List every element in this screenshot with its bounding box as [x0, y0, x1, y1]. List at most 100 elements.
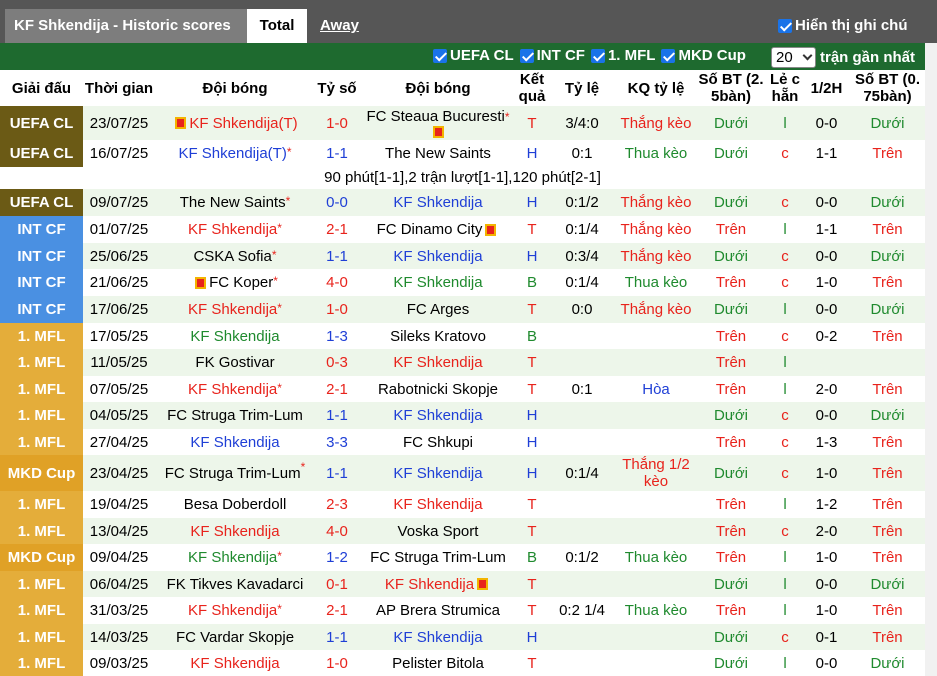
league-badge[interactable]: INT CF — [0, 269, 83, 296]
home-team[interactable]: KF Shkendija * — [155, 216, 315, 243]
home-team[interactable]: The New Saints * — [155, 189, 315, 216]
home-team[interactable]: KF Shkendija(T) — [155, 106, 315, 140]
league-badge[interactable]: 1. MFL — [0, 491, 83, 518]
checkbox-icon[interactable] — [433, 48, 447, 63]
home-team[interactable]: KF Shkendija(T) * — [155, 140, 315, 167]
checkbox-icon[interactable] — [778, 18, 792, 33]
table-row[interactable]: 1. MFL 17/05/25 KF Shkendija 1-3 Sileks Krat… — [0, 323, 925, 349]
goals-over-under-25: Trên — [715, 221, 747, 238]
table-row[interactable]: 1. MFL 31/03/25 KF Shkendija * 2-1 AP Brera S… — [0, 597, 925, 624]
league-badge[interactable]: INT CF — [0, 243, 83, 269]
table-row[interactable]: 1. MFL 07/05/25 KF Shkendija * 2-1 Rabotnicki… — [0, 376, 925, 402]
away-team[interactable]: AP Brera Strumica — [359, 597, 517, 624]
away-team[interactable]: FC Struga Trim-Lum — [359, 544, 517, 571]
match-date: 04/05/25 — [89, 407, 149, 424]
show-notes-toggle[interactable]: Hiển thị ghi chú — [778, 17, 908, 34]
league-badge[interactable]: 1. MFL — [0, 376, 83, 402]
table-row[interactable]: 1. MFL 06/04/25 FK Tikves Kavadarci 0-1 KF S… — [0, 571, 925, 597]
checkbox-icon[interactable] — [661, 48, 676, 63]
home-team[interactable]: KF Shkendija — [155, 429, 315, 455]
filter-1-mfl[interactable]: 1. MFL — [590, 47, 655, 64]
league-badge[interactable]: UEFA CL — [0, 140, 83, 167]
table-row[interactable]: INT CF 01/07/25 KF Shkendija * 2-1 FC Dinamo … — [0, 216, 925, 243]
home-team[interactable]: CSKA Sofia * — [155, 243, 315, 269]
away-team[interactable]: KF Shkendija — [359, 189, 517, 216]
away-team[interactable]: Sileks Kratovo — [359, 323, 517, 349]
home-team[interactable]: Besa Doberdoll — [155, 491, 315, 518]
league-badge[interactable]: 1. MFL — [0, 624, 83, 650]
league-badge[interactable]: MKD Cup — [0, 455, 83, 491]
away-team[interactable]: FC Steaua Bucuresti* — [359, 106, 517, 140]
league-badge[interactable]: 1. MFL — [0, 323, 83, 349]
home-team[interactable]: FC Vardar Skopje — [155, 624, 315, 650]
away-team[interactable]: FC Dinamo City — [359, 216, 517, 243]
filter-mkd-cup[interactable]: MKD Cup — [661, 47, 746, 64]
filter-int-cf[interactable]: INT CF — [519, 47, 585, 64]
league-badge[interactable]: 1. MFL — [0, 571, 83, 597]
league-badge[interactable]: 1. MFL — [0, 650, 83, 676]
home-team[interactable]: KF Shkendija * — [155, 597, 315, 624]
table-row[interactable]: MKD Cup 23/04/25 FC Struga Trim-Lum * 1-1 KF … — [0, 455, 925, 491]
league-badge[interactable]: 1. MFL — [0, 597, 83, 624]
away-team[interactable]: KF Shkendija — [359, 269, 517, 296]
away-team[interactable]: The New Saints — [359, 140, 517, 167]
table-row[interactable]: 1. MFL 14/03/25 FC Vardar Skopje 1-1 KF Shke… — [0, 624, 925, 650]
away-team[interactable]: Rabotnicki Skopje — [359, 376, 517, 402]
away-team[interactable]: Pelister Bitola — [359, 650, 517, 676]
table-row[interactable]: 1. MFL 19/04/25 Besa Doberdoll 2-3 KF Shkend… — [0, 491, 925, 518]
away-team[interactable]: KF Shkendija — [359, 349, 517, 376]
away-team[interactable]: Voska Sport — [359, 518, 517, 544]
home-team[interactable]: KF Shkendija — [155, 518, 315, 544]
table-row[interactable]: INT CF 21/06/25 FC Koper * 4-0 KF Shkendija B 0… — [0, 269, 925, 296]
home-team[interactable]: KF Shkendija — [155, 650, 315, 676]
league-badge[interactable]: 1. MFL — [0, 518, 83, 544]
checkbox-icon[interactable] — [519, 48, 534, 63]
away-team[interactable]: KF Shkendija — [359, 624, 517, 650]
table-row[interactable]: INT CF 17/06/25 KF Shkendija * 1-0 FC Arges T 0… — [0, 296, 925, 323]
home-team[interactable]: KF Shkendija — [155, 323, 315, 349]
table-row[interactable]: UEFA CL 23/07/25 KF Shkendija(T) 1-0 FC Stea… — [0, 106, 925, 140]
table-row[interactable]: 1. MFL 11/05/25 FK Gostivar 0-3 KF Shkendija… — [0, 349, 925, 376]
tab-away[interactable]: Away — [320, 17, 359, 34]
league-badge[interactable]: INT CF — [0, 216, 83, 243]
home-team[interactable]: FC Struga Trim-Lum * — [155, 455, 315, 491]
table-row[interactable]: INT CF 25/06/25 CSKA Sofia * 1-1 KF Shkendija… — [0, 243, 925, 269]
away-team[interactable]: KF Shkendija — [359, 402, 517, 429]
table-row[interactable]: UEFA CL 09/07/25 The New Saints * 0-0 KF Shke… — [0, 189, 925, 216]
away-team[interactable]: FC Shkupi — [359, 429, 517, 455]
home-team[interactable]: KF Shkendija * — [155, 296, 315, 323]
league-badge[interactable]: 1. MFL — [0, 429, 83, 455]
away-team[interactable]: FC Arges — [359, 296, 517, 323]
home-team[interactable]: FC Struga Trim-Lum — [155, 402, 315, 429]
away-team[interactable]: KF Shkendija — [359, 455, 517, 491]
away-team[interactable]: KF Shkendija — [359, 571, 517, 597]
scrollbar[interactable] — [925, 43, 937, 676]
home-team[interactable]: KF Shkendija * — [155, 376, 315, 402]
table-row[interactable]: UEFA CL 16/07/25 KF Shkendija(T) * 1-1 The Ne… — [0, 140, 925, 167]
home-team[interactable]: FK Tikves Kavadarci — [155, 571, 315, 597]
table-row[interactable]: 1. MFL 13/04/25 KF Shkendija 4-0 Voska Sport… — [0, 518, 925, 544]
league-badge[interactable]: 1. MFL — [0, 349, 83, 376]
half-time-score: 1-1 — [815, 145, 838, 162]
home-team[interactable]: FC Koper * — [155, 269, 315, 296]
filter-uefa-cl[interactable]: UEFA CL — [433, 47, 514, 64]
match-count-select[interactable]: 20 — [771, 47, 816, 68]
col-result: Kết quả — [518, 71, 546, 105]
checkbox-icon[interactable] — [590, 48, 605, 63]
league-badge[interactable]: UEFA CL — [0, 189, 83, 216]
league-filters: UEFA CL INT CF 1. MFL MKD Cup — [433, 47, 752, 64]
table-row[interactable]: 1. MFL 04/05/25 FC Struga Trim-Lum 1-1 KF Sh… — [0, 402, 925, 429]
league-badge[interactable]: MKD Cup — [0, 544, 83, 571]
league-badge[interactable]: UEFA CL — [0, 106, 83, 140]
table-row[interactable]: 1. MFL 09/03/25 KF Shkendija 1-0 Pelister Bi… — [0, 650, 925, 676]
league-badge[interactable]: 1. MFL — [0, 402, 83, 429]
away-team[interactable]: KF Shkendija — [359, 243, 517, 269]
table-row[interactable]: 1. MFL 27/04/25 KF Shkendija 3-3 FC Shkupi H T… — [0, 429, 925, 455]
home-team[interactable]: KF Shkendija * — [155, 544, 315, 571]
home-team[interactable]: FK Gostivar — [155, 349, 315, 376]
goals-over-under-075: Trên — [872, 464, 903, 482]
away-team[interactable]: KF Shkendija — [359, 491, 517, 518]
tab-total[interactable]: Total — [247, 9, 307, 43]
table-row[interactable]: MKD Cup 09/04/25 KF Shkendija * 1-2 FC Struga… — [0, 544, 925, 571]
league-badge[interactable]: INT CF — [0, 296, 83, 323]
